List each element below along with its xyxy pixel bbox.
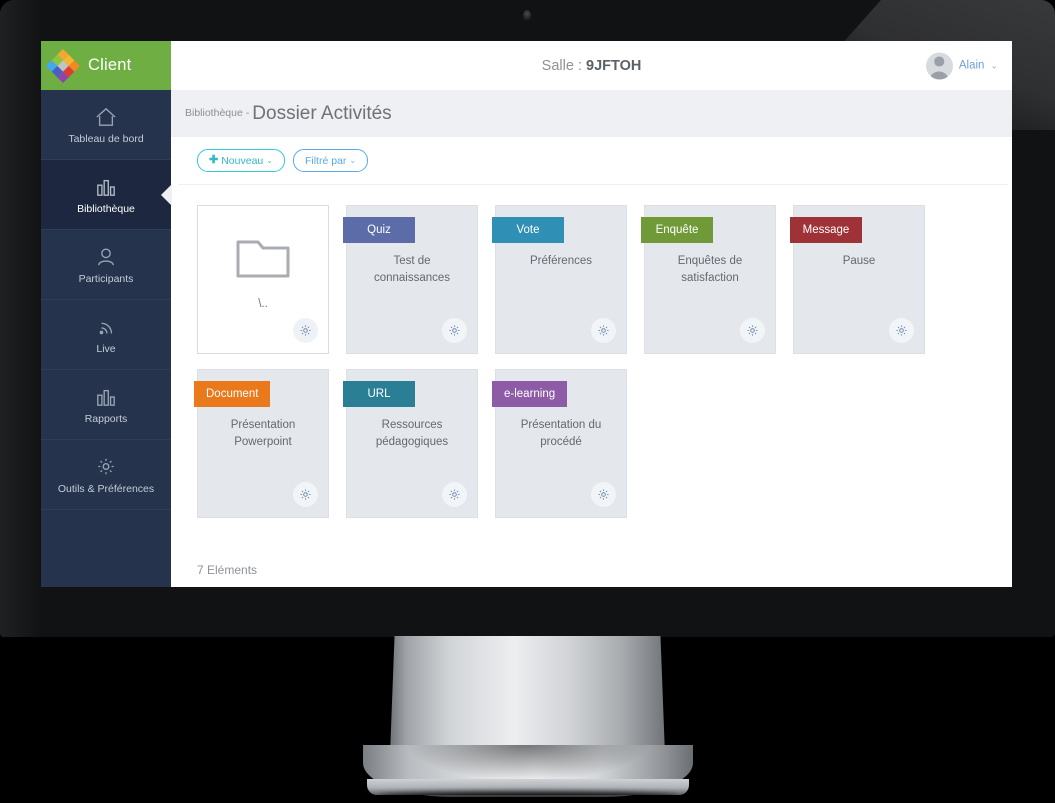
active-indicator: [161, 183, 172, 206]
settings-gear-icon[interactable]: [293, 318, 318, 343]
chevron-down-icon: ⌄: [990, 60, 998, 70]
card-title: Présentation Powerpoint: [230, 419, 296, 448]
new-button-label: Nouveau: [221, 154, 264, 167]
folder-name: \..: [258, 298, 268, 310]
card-type-badge: Message: [790, 217, 862, 243]
chevron-down-icon: ⌄: [266, 156, 273, 165]
card-type-badge: Quiz: [343, 217, 415, 243]
card-type-badge: e-learning: [492, 381, 568, 407]
card-type-badge: Document: [194, 381, 271, 407]
settings-gear-icon[interactable]: [442, 482, 467, 507]
card-title: Préférences: [529, 255, 592, 267]
sidebar-item-label: Live: [96, 342, 116, 355]
activity-card[interactable]: e-learning Présentation du procédé: [492, 369, 627, 518]
filter-button[interactable]: Filtré par ⌄: [292, 149, 369, 172]
plus-icon: ✚: [209, 154, 219, 166]
breadcrumb[interactable]: Bibliothèque: [185, 107, 243, 121]
sidebar-item-label: Tableau de bord: [68, 132, 144, 145]
activity-card[interactable]: URL Ressources pédagogiques: [343, 369, 478, 518]
card-type-badge: Enquête: [641, 217, 713, 243]
sidebar-item-live[interactable]: Live: [41, 300, 171, 370]
page-title: Dossier Activités: [252, 102, 392, 124]
card-title: Enquêtes de satisfaction: [677, 255, 743, 284]
settings-gear-icon[interactable]: [889, 318, 914, 343]
user-icon: [95, 245, 117, 269]
sidebar-item-rapports[interactable]: Rapports: [41, 370, 171, 440]
activity-card[interactable]: Enquête Enquêtes de satisfaction: [641, 205, 776, 354]
card-title: Ressources pédagogiques: [375, 419, 449, 448]
user-name: Alain: [958, 59, 985, 72]
card-title: Test de connaissances: [373, 255, 451, 284]
room-label: Salle :: [541, 57, 582, 74]
settings-gear-icon[interactable]: [442, 318, 467, 343]
gear-icon: [95, 455, 117, 479]
folder-card[interactable]: \..: [197, 205, 329, 354]
home-icon: [95, 105, 117, 129]
activity-card[interactable]: Vote Préférences: [492, 205, 627, 354]
settings-gear-icon[interactable]: [591, 482, 616, 507]
breadcrumb-separator: -: [245, 106, 250, 119]
new-button[interactable]: ✚ Nouveau ⌄: [197, 149, 285, 172]
brand-name: Client: [88, 56, 132, 74]
card-grid: \.. Quiz Test de connaissances Vote Préféren…: [179, 185, 1008, 533]
chart-bars-icon: [95, 385, 117, 409]
monitor-stand-shadow: [377, 792, 678, 801]
sidebar-item-bibliotheque[interactable]: Bibliothèque: [41, 160, 172, 230]
filter-button-label: Filtré par: [304, 154, 347, 167]
item-count: 7 Eléments: [197, 563, 258, 577]
screen: Client Tableau de bord Bibliothèque Part…: [41, 41, 1012, 587]
sidebar-item-participants[interactable]: Participants: [41, 230, 171, 300]
folder-icon: [235, 236, 291, 285]
content-panel: ✚ Nouveau ⌄ Filtré par ⌄ \.. Quiz Test de …: [179, 137, 1008, 587]
sidebar-item-label: Outils & Préférences: [57, 482, 155, 495]
settings-gear-icon[interactable]: [293, 482, 318, 507]
topbar: Salle : 9JFTOH Alain ⌄: [171, 41, 1012, 91]
brand-header: Client: [41, 41, 171, 90]
card-title: Pause: [842, 255, 876, 267]
activity-card[interactable]: Quiz Test de connaissances: [343, 205, 478, 354]
app-logo-icon: [46, 48, 80, 83]
broadcast-icon: [95, 315, 117, 339]
sidebar-item-label: Participants: [78, 272, 134, 285]
settings-gear-icon[interactable]: [591, 318, 616, 343]
sidebar-item-label: Bibliothèque: [77, 202, 135, 215]
activity-card[interactable]: Document Présentation Powerpoint: [194, 369, 329, 518]
chart-bars-icon: [95, 175, 117, 199]
settings-gear-icon[interactable]: [740, 318, 765, 343]
sidebar-nav: Tableau de bord Bibliothèque Participant…: [41, 90, 172, 510]
bezel-left-edge: [0, 0, 40, 637]
sidebar: Client Tableau de bord Bibliothèque Part…: [41, 41, 172, 587]
webcam-icon: [523, 10, 531, 21]
room-indicator: Salle : 9JFTOH: [542, 58, 642, 74]
chevron-down-icon: ⌄: [349, 156, 357, 165]
page-header: Bibliothèque - Dossier Activités: [171, 90, 1012, 137]
card-title: Présentation du procédé: [520, 419, 602, 448]
activity-card[interactable]: Message Pause: [790, 205, 925, 354]
user-menu[interactable]: Alain ⌄: [925, 52, 998, 79]
sidebar-item-label: Rapports: [84, 412, 128, 425]
monitor-bezel: Client Tableau de bord Bibliothèque Part…: [0, 0, 1055, 637]
sidebar-item-tableau-de-bord[interactable]: Tableau de bord: [41, 90, 171, 160]
room-code: 9JFTOH: [586, 57, 642, 74]
toolbar: ✚ Nouveau ⌄ Filtré par ⌄: [179, 137, 1008, 185]
avatar: [925, 52, 953, 79]
card-type-badge: Vote: [492, 217, 564, 243]
card-type-badge: URL: [343, 381, 415, 407]
sidebar-item-outils-preferences[interactable]: Outils & Préférences: [41, 440, 171, 510]
screenshot-scene: Client Tableau de bord Bibliothèque Part…: [0, 0, 1055, 803]
